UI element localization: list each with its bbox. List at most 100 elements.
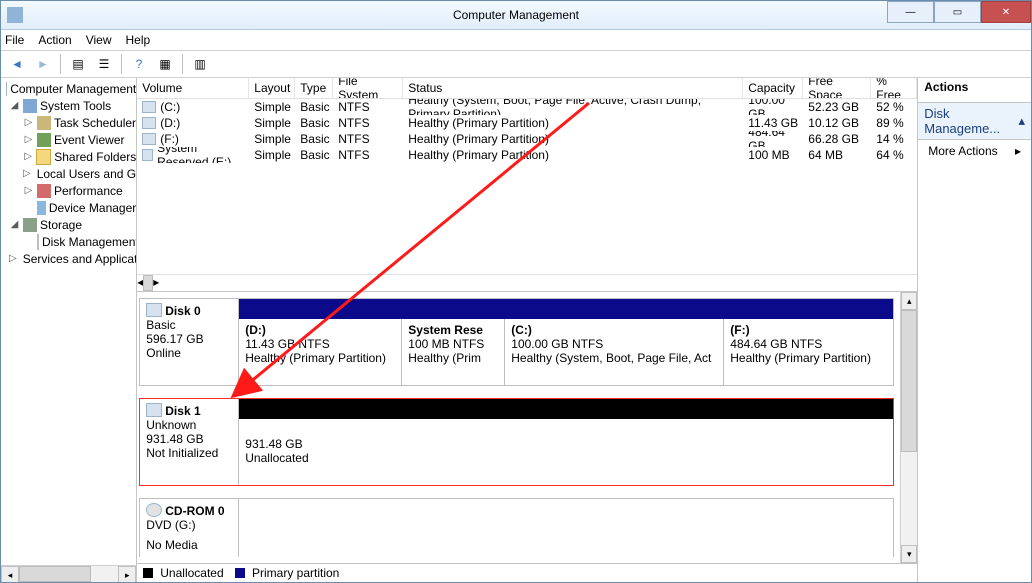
list-icon: ▥ [194, 57, 205, 71]
actions-more[interactable]: More Actions▸ [918, 140, 1031, 162]
legend-unallocated-swatch [143, 568, 153, 578]
menu-help[interactable]: Help [126, 33, 151, 47]
refresh-button[interactable]: ▦ [153, 52, 177, 76]
legend-unallocated-label: Unallocated [160, 566, 223, 580]
volume-layout: Simple [249, 99, 295, 115]
tree-disk-management[interactable]: Disk Management [1, 233, 136, 250]
disk-0-info: Disk 0 Basic 596.17 GB Online [140, 299, 239, 385]
properties-button[interactable]: ☰ [92, 52, 116, 76]
tree-task-scheduler[interactable]: ▷Task Scheduler [1, 114, 136, 131]
volume-row[interactable]: (C:)SimpleBasicNTFSHealthy (System, Boot… [137, 99, 917, 115]
col-status[interactable]: Status [403, 78, 743, 98]
help-button[interactable]: ? [127, 52, 151, 76]
col-type[interactable]: Type [295, 78, 333, 98]
tree-event-viewer[interactable]: ▷Event Viewer [1, 131, 136, 148]
col-volume[interactable]: Volume [137, 78, 249, 98]
col-percent-free[interactable]: % Free [871, 78, 917, 98]
volume-scrollbar[interactable]: ◂ ▸ [137, 274, 917, 291]
col-capacity[interactable]: Capacity [743, 78, 803, 98]
graphical-scrollbar[interactable]: ▴ ▾ [900, 292, 917, 563]
partition-unallocated[interactable]: 931.48 GBUnallocated [239, 419, 893, 485]
disk-1-info: Disk 1 Unknown 931.48 GB Not Initialized [140, 399, 239, 485]
partition-size: 11.43 GB NTFS [245, 337, 395, 351]
tree-system-tools[interactable]: ◢System Tools [1, 97, 136, 114]
volume-capacity: 100.00 GB [743, 99, 803, 115]
col-layout[interactable]: Layout [249, 78, 295, 98]
forward-button[interactable]: ► [31, 52, 55, 76]
tree-label: Performance [54, 184, 123, 198]
disk-icon [37, 234, 39, 250]
volume-row[interactable]: (D:)SimpleBasicNTFSHealthy (Primary Part… [137, 115, 917, 131]
actions-more-label: More Actions [928, 144, 997, 158]
tree-storage[interactable]: ◢Storage [1, 216, 136, 233]
tree-root[interactable]: Computer Management [1, 80, 136, 97]
volume-type: Basic [295, 115, 333, 131]
scrollbar-thumb[interactable] [901, 310, 917, 452]
tree-services-apps[interactable]: ▷Services and Applications [1, 250, 136, 267]
collapse-icon[interactable]: ◢ [9, 100, 20, 111]
scrollbar-track[interactable] [901, 452, 917, 545]
console-tree[interactable]: Computer Management ◢System Tools ▷Task … [1, 78, 136, 565]
volume-row[interactable]: (F:)SimpleBasicNTFSHealthy (Primary Part… [137, 131, 917, 147]
tree-scrollbar[interactable]: ◂ ▸ [1, 565, 136, 582]
disk-1[interactable]: Disk 1 Unknown 931.48 GB Not Initialized… [139, 398, 894, 486]
close-button[interactable]: ✕ [981, 1, 1031, 23]
disk-icon [146, 303, 162, 317]
details-pane: Volume Layout Type File System Status Ca… [137, 78, 918, 582]
tree-performance[interactable]: ▷ Performance [1, 182, 136, 199]
partition-status: Healthy (Primary Partition) [245, 351, 395, 365]
expand-icon[interactable]: ▷ [23, 117, 34, 128]
partition-system-reserved[interactable]: System Rese100 MB NTFSHealthy (Prim [402, 319, 505, 385]
collapse-icon: ▴ [1018, 113, 1025, 129]
scroll-right-button[interactable]: ▸ [118, 566, 136, 582]
scroll-right-button[interactable]: ▸ [153, 275, 159, 291]
arrow-left-icon: ◄ [11, 57, 23, 71]
volume-rows[interactable]: (C:)SimpleBasicNTFSHealthy (System, Boot… [137, 99, 917, 274]
partition-status: Healthy (Primary Partition) [730, 351, 887, 365]
menu-file[interactable]: File [5, 33, 24, 47]
disk-1-partitions: 931.48 GBUnallocated [239, 399, 893, 485]
cdrom-partitions [239, 499, 893, 557]
scroll-up-button[interactable]: ▴ [901, 292, 917, 310]
properties-icon: ☰ [99, 57, 110, 71]
collapse-icon[interactable]: ◢ [9, 219, 20, 230]
expand-icon[interactable]: ▷ [23, 168, 31, 179]
disk-type: Unknown [146, 418, 232, 432]
scrollbar-track[interactable] [91, 566, 118, 582]
actions-section[interactable]: Disk Manageme...▴ [918, 103, 1031, 140]
volume-status: Healthy (Primary Partition) [403, 131, 743, 147]
col-filesystem[interactable]: File System [333, 78, 403, 98]
partition-c[interactable]: (C:)100.00 GB NTFSHealthy (System, Boot,… [505, 319, 724, 385]
cdrom-0[interactable]: CD-ROM 0 DVD (G:) No Media [139, 498, 894, 557]
menu-action[interactable]: Action [38, 33, 71, 47]
scrollbar-thumb[interactable] [19, 566, 91, 582]
show-hide-tree-button[interactable]: ▤ [66, 52, 90, 76]
scroll-left-button[interactable]: ◂ [1, 566, 19, 582]
expand-icon[interactable]: ▷ [23, 185, 34, 196]
disk-size: 931.48 GB [146, 432, 232, 446]
extra-button[interactable]: ▥ [188, 52, 212, 76]
expand-icon[interactable]: ▷ [23, 134, 34, 145]
volume-list: Volume Layout Type File System Status Ca… [137, 78, 917, 292]
col-free-space[interactable]: Free Space [803, 78, 871, 98]
expand-icon[interactable]: ▷ [9, 253, 17, 264]
scrollbar-thumb[interactable] [143, 275, 153, 291]
volume-row[interactable]: System Reserved (E:)SimpleBasicNTFSHealt… [137, 147, 917, 163]
volume-free: 66.28 GB [803, 131, 871, 147]
menu-view[interactable]: View [86, 33, 112, 47]
partition-status: Unallocated [245, 451, 887, 465]
scroll-down-button[interactable]: ▾ [901, 545, 917, 563]
partition-f[interactable]: (F:)484.64 GB NTFSHealthy (Primary Parti… [724, 319, 893, 385]
tree-shared-folders[interactable]: ▷Shared Folders [1, 148, 136, 165]
expand-icon[interactable]: ▷ [23, 151, 33, 162]
tree-local-users[interactable]: ▷Local Users and Groups [1, 165, 136, 182]
partition-d[interactable]: (D:)11.43 GB NTFSHealthy (Primary Partit… [239, 319, 402, 385]
maximize-button[interactable]: ▭ [934, 1, 981, 23]
menu-bar: File Action View Help [1, 30, 1031, 51]
disk-status: Not Initialized [146, 446, 232, 460]
minimize-button[interactable]: — [887, 1, 934, 23]
disk-0[interactable]: Disk 0 Basic 596.17 GB Online (D:)11.43 … [139, 298, 894, 386]
arrow-right-icon: ► [37, 57, 49, 71]
back-button[interactable]: ◄ [5, 52, 29, 76]
tree-device-manager[interactable]: Device Manager [1, 199, 136, 216]
